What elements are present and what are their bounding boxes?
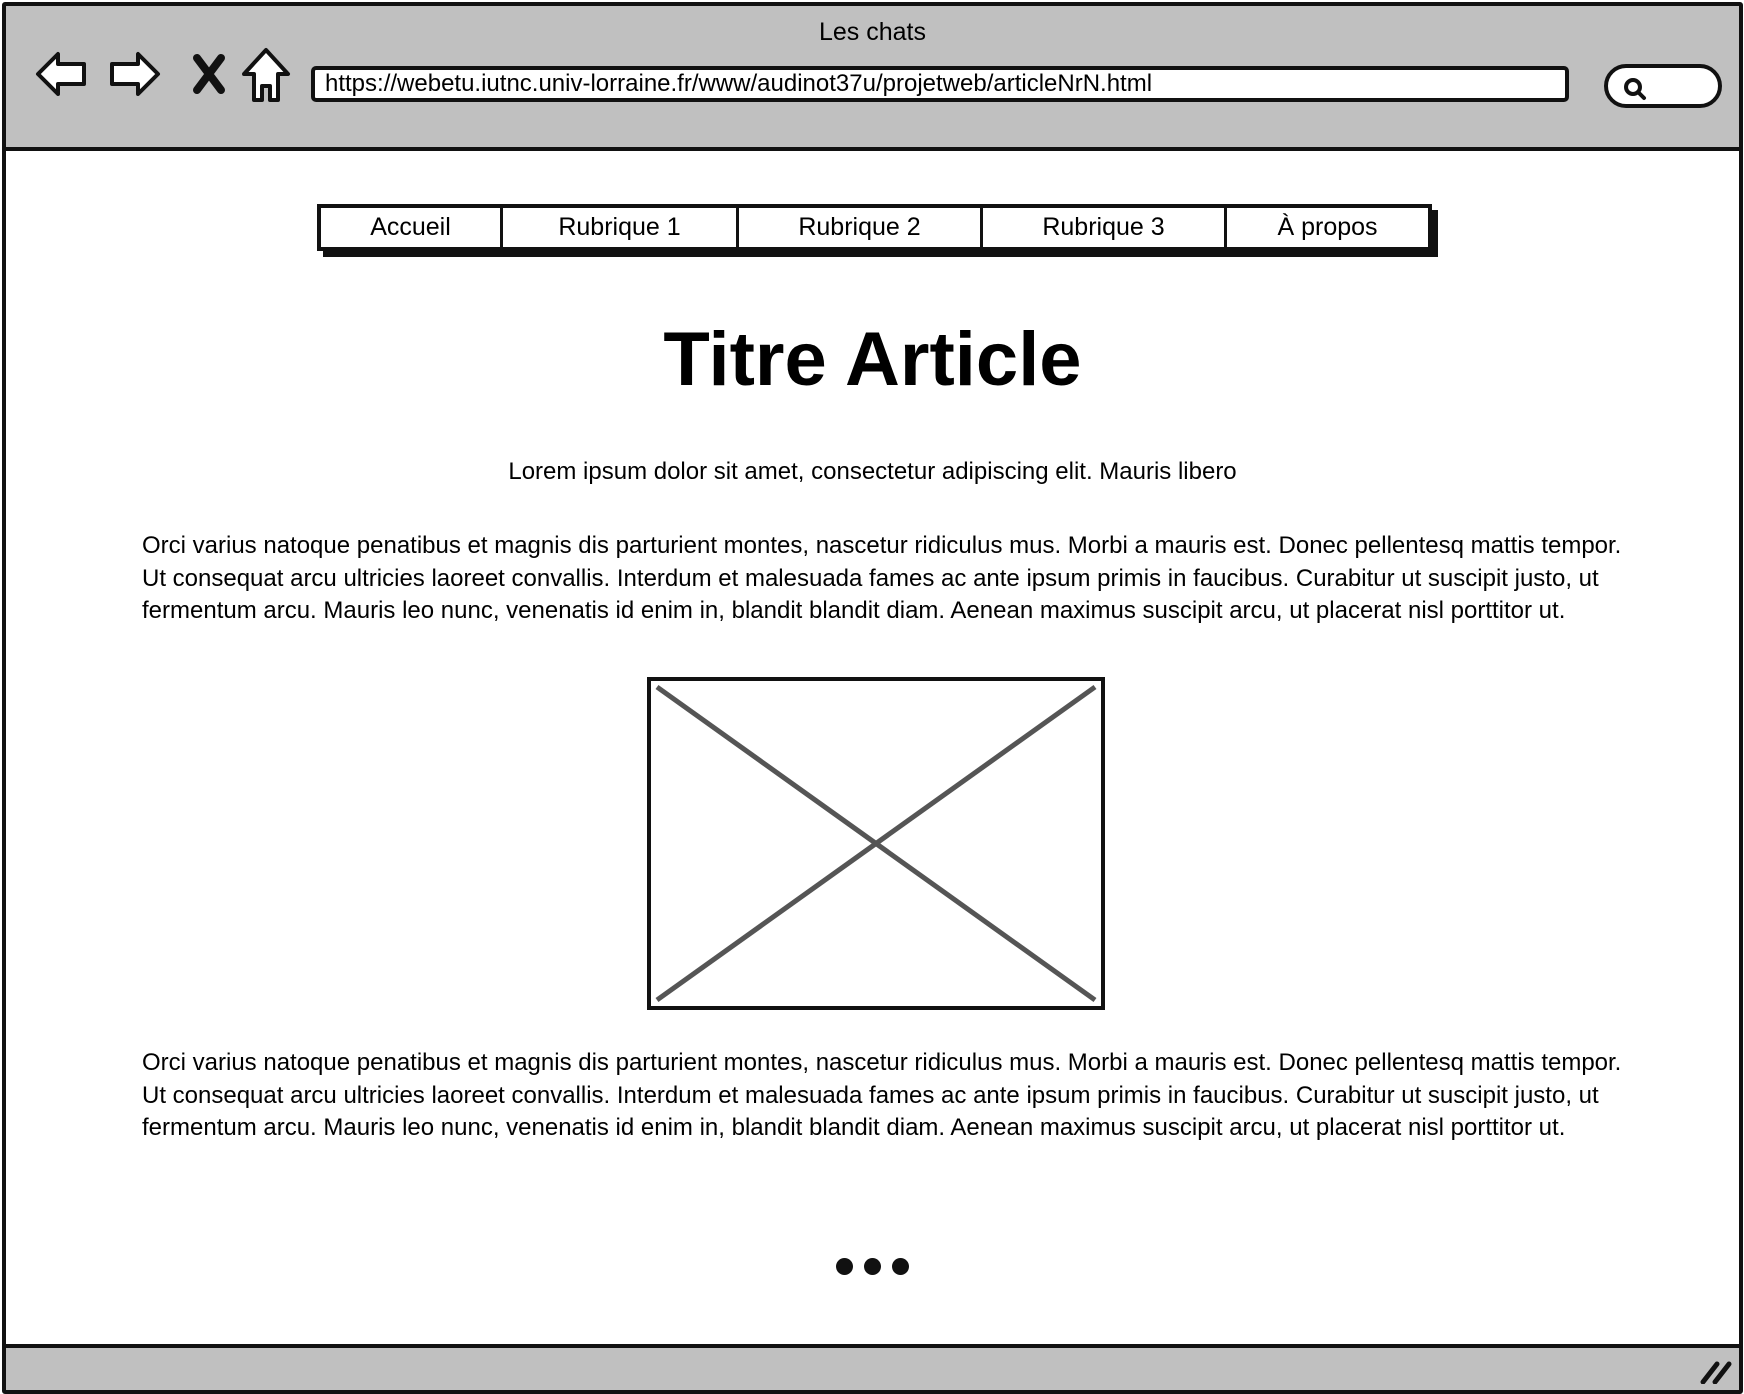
- image-placeholder: [647, 677, 1105, 1010]
- close-icon[interactable]: [189, 52, 229, 96]
- ellipsis-dot: [892, 1258, 909, 1275]
- main-menu: Accueil Rubrique 1 Rubrique 2 Rubrique 3…: [317, 204, 1432, 251]
- article-paragraph: Orci varius natoque penatibus et magnis …: [142, 1049, 1622, 1141]
- menu-item-rubrique-3[interactable]: Rubrique 3: [983, 208, 1227, 247]
- article-lead: Lorem ipsum dolor sit amet, consectetur …: [508, 458, 1237, 485]
- window-title: Les chats: [818, 18, 926, 46]
- article-paragraph: Orci varius natoque penatibus et magnis …: [142, 532, 1622, 624]
- menu-item-rubrique-1[interactable]: Rubrique 1: [503, 208, 739, 247]
- image-placeholder-icon: [655, 684, 1097, 1003]
- forward-arrow-icon[interactable]: [106, 46, 162, 102]
- status-bar: [6, 1344, 1739, 1390]
- article-title: Titre Article: [663, 317, 1082, 402]
- browser-toolbar: Les chats https://webetu.iutnc.univ-lorr…: [6, 6, 1739, 151]
- menu-item-accueil[interactable]: Accueil: [321, 208, 503, 247]
- menu-item-a-propos[interactable]: À propos: [1227, 208, 1428, 247]
- back-arrow-icon[interactable]: [34, 46, 90, 102]
- home-icon[interactable]: [240, 46, 292, 106]
- search-icon: [1624, 78, 1646, 100]
- address-bar[interactable]: https://webetu.iutnc.univ-lorraine.fr/ww…: [311, 66, 1569, 102]
- ellipsis-dot: [864, 1258, 881, 1275]
- browser-window: Les chats https://webetu.iutnc.univ-lorr…: [2, 2, 1743, 1394]
- ellipsis-dot: [836, 1258, 853, 1275]
- resize-grip-icon[interactable]: [1699, 1358, 1733, 1384]
- menu-item-rubrique-2[interactable]: Rubrique 2: [739, 208, 983, 247]
- more-content-indicator: [6, 1258, 1739, 1275]
- search-input[interactable]: [1604, 64, 1722, 108]
